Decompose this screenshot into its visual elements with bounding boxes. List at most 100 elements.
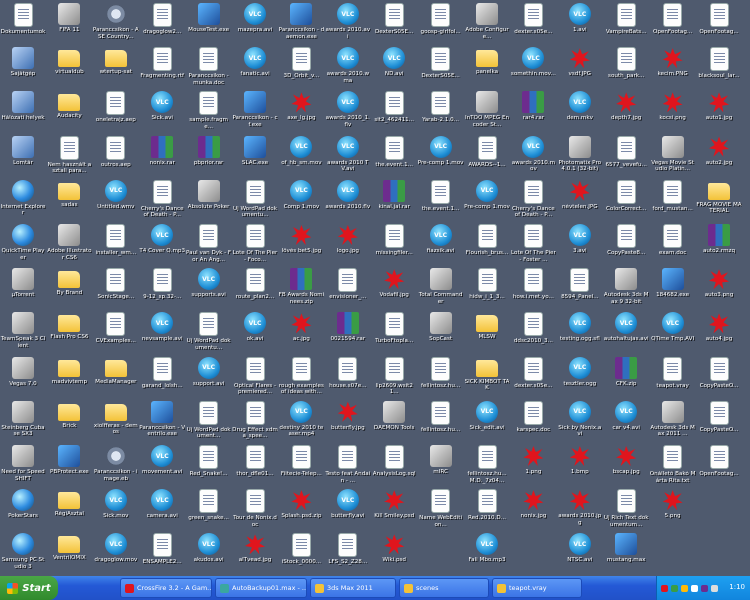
desktop-icon[interactable]: Total Commander	[418, 267, 464, 315]
desktop-icon[interactable]: Absolute Poker	[186, 179, 232, 227]
desktop-icon[interactable]: Need for Speed SHIFT	[0, 444, 46, 492]
desktop-icon[interactable]: Új WordPad dokumentu...	[232, 179, 278, 227]
desktop-icon[interactable]: lip2609.wsit21...	[371, 356, 417, 404]
desktop-icon[interactable]: fellintosz.hu...	[418, 400, 464, 448]
desktop-icon[interactable]: 6577_vevefu...	[603, 135, 649, 183]
desktop-icon[interactable]: auto2.jpg	[696, 135, 742, 183]
desktop-icon[interactable]: Önállető Bakó Márta Rita.txt	[650, 444, 696, 492]
desktop-icon[interactable]: VLC awards 2010.wma	[325, 46, 371, 94]
desktop-icon[interactable]: dexter.s05e...	[510, 356, 556, 404]
desktop-icon[interactable]: Hálózati helyek	[0, 90, 46, 138]
desktop-icon[interactable]: Adobe Configure...	[464, 2, 510, 50]
desktop-icon[interactable]: auto2.rmzq	[696, 223, 742, 271]
desktop-icon[interactable]: Lomtár	[0, 135, 46, 183]
desktop-icon[interactable]: goosp-girlfol...	[418, 2, 464, 50]
desktop-icon[interactable]: missingfiler...	[371, 223, 417, 271]
desktop-icon[interactable]: VLC Untitled.wmv	[93, 179, 139, 227]
desktop-icon[interactable]: madvivtemp	[46, 356, 92, 404]
desktop-icon[interactable]: Sajátgép	[0, 46, 46, 94]
desktop-icon[interactable]: MediaManager	[93, 356, 139, 404]
desktop-icon[interactable]: house.s07e...	[325, 356, 371, 404]
taskbar-button-3dsmax[interactable]: 3ds Max 2011	[310, 578, 396, 598]
desktop-icon[interactable]: VLC Sick_edit.avi	[464, 400, 510, 448]
desktop-icon[interactable]: DexterS05E...	[418, 46, 464, 94]
desktop-icon[interactable]: garand_lolsh...	[139, 356, 185, 404]
desktop-icon[interactable]: Autodesk 3ds Max 9 32-bit	[603, 267, 649, 315]
desktop-icon[interactable]: VLC ND.avi	[371, 46, 417, 94]
desktop-icon[interactable]: Testo feat Andain - ...	[325, 444, 371, 492]
desktop-icon[interactable]: CVExamples...	[93, 311, 139, 359]
desktop-icon[interactable]: blacksoul_lar...	[696, 46, 742, 94]
desktop-icon[interactable]: Drug Effect xdma_spee...	[232, 400, 278, 448]
desktop-icon[interactable]: Audacity	[46, 90, 92, 138]
desktop-icon[interactable]: the.event.1...	[418, 179, 464, 227]
desktop-icon[interactable]: VLC awards 2010.avi	[325, 2, 371, 50]
desktop-icon[interactable]: névtelen.JPG	[557, 179, 603, 227]
desktop-icon[interactable]: Photomatix Pro 4.0.1 (32-bit)	[557, 135, 603, 183]
desktop-icon[interactable]: auto3.png	[696, 267, 742, 315]
desktop-icon[interactable]: VLC awards 2010_1.flv	[325, 90, 371, 138]
desktop-icon[interactable]: exam.doc	[650, 223, 696, 271]
clock[interactable]: 1:10	[729, 583, 745, 591]
desktop-icon[interactable]: QuickTime Player	[0, 223, 46, 271]
desktop-icon[interactable]: Fragmenting.rtf	[139, 46, 185, 94]
desktop-icon[interactable]: Vodafil.jpg	[371, 267, 417, 315]
tray-app-icon[interactable]	[691, 584, 698, 592]
desktop-icon[interactable]: Internet Explorer	[0, 179, 46, 227]
tray-app-icon[interactable]	[701, 584, 708, 592]
desktop-icon[interactable]: Kill Smiley.psd	[371, 488, 417, 536]
desktop-icon[interactable]: 1.bmp	[557, 444, 603, 492]
desktop-icon[interactable]: mIRC	[418, 444, 464, 492]
desktop-icon[interactable]: route_plan2...	[232, 267, 278, 315]
desktop-icon[interactable]: SICK KIMBOT TAK	[464, 356, 510, 404]
desktop-icon[interactable]: ColorCorrect...	[603, 179, 649, 227]
desktop-icon[interactable]: Flash Pro CS6	[46, 311, 92, 359]
desktop-icon[interactable]: 1.png	[510, 444, 556, 492]
desktop-icon[interactable]: auto4.jpg	[696, 311, 742, 359]
desktop-icon[interactable]: VLC awards 2010 TV.avi	[325, 135, 371, 183]
desktop-icon[interactable]: Paranccsikon - image.eb	[93, 444, 139, 492]
desktop-icon[interactable]: Paranccsikon - ASE Country...	[93, 2, 139, 50]
desktop-icon[interactable]: InTOO MPEG Encoder St...	[464, 90, 510, 138]
desktop-icon[interactable]: VLC nevsample.avi	[139, 311, 185, 359]
desktop-icon[interactable]: fellintosz.hu... M.D._7z04...	[464, 444, 510, 492]
desktop-icon[interactable]: karspec.doc	[510, 400, 556, 448]
desktop-icon[interactable]: 8594_Panel...	[557, 267, 603, 315]
desktop-icon[interactable]: Paranccsikon - Ventrilo.exe	[139, 400, 185, 448]
desktop-icon[interactable]: green_snake...	[186, 488, 232, 536]
desktop-icon[interactable]: envisioner_...	[325, 267, 371, 315]
desktop-icon[interactable]: ac.jpg	[278, 311, 324, 359]
desktop-icon[interactable]: rar4.rar	[510, 90, 556, 138]
desktop-icon[interactable]: Lote Of The Pier - Foster ...	[510, 223, 556, 271]
desktop-icon[interactable]: VLC Comp 1.mov	[278, 179, 324, 227]
desktop-icon[interactable]: dragoglow2...	[139, 2, 185, 50]
desktop-icon[interactable]: lövés bet5.jpg	[278, 223, 324, 271]
desktop-icon[interactable]: panelka	[464, 46, 510, 94]
desktop-icon[interactable]: auto1.jpg	[696, 90, 742, 138]
desktop-icon[interactable]: RégiAsztal	[46, 488, 92, 536]
desktop-icon[interactable]: nonix.jpg	[510, 488, 556, 536]
desktop-icon[interactable]: Cherry's Dance of Death - P...	[139, 179, 185, 227]
start-button[interactable]: Start	[0, 576, 58, 600]
desktop-icon[interactable]: VLC support.avi	[186, 356, 232, 404]
desktop-icon[interactable]: Új WordPad dokument...	[186, 400, 232, 448]
tray-app-icon[interactable]	[661, 584, 668, 592]
desktop-icon[interactable]: Fiitecie-Telep...	[278, 444, 324, 492]
desktop-icon[interactable]: CopyPasteO...	[696, 356, 742, 404]
desktop-icon[interactable]: VLC Sick by Nonix.avi	[557, 400, 603, 448]
desktop-icon[interactable]: VLC fanatic.avi	[232, 46, 278, 94]
desktop-icon[interactable]: butterfly.jpg	[325, 400, 371, 448]
desktop-icon[interactable]: VLC Sick.avi	[139, 90, 185, 138]
desktop-icon[interactable]: Optical Flares - premiered...	[232, 356, 278, 404]
desktop-icon[interactable]: bscap.jpg	[603, 444, 649, 492]
desktop-icon[interactable]: DexterS05E...	[371, 2, 417, 50]
desktop-icon[interactable]: pbprior.rar	[186, 135, 232, 183]
desktop-icon[interactable]: SopCast	[418, 311, 464, 359]
desktop-icon[interactable]: VLC T4 Cover Q.mp3	[139, 223, 185, 271]
desktop-icon[interactable]: how.i.met.yo...	[510, 267, 556, 315]
desktop-icon[interactable]: LFS_S2_Z28...	[325, 532, 371, 576]
desktop-icon[interactable]: VLC 3.avi	[557, 223, 603, 271]
desktop-icon[interactable]: VLC dragoglow.mov	[93, 532, 139, 576]
desktop-icon[interactable]: Paul van Dyk - For An Ang...	[186, 223, 232, 271]
desktop-icon[interactable]: Splash.psd.zip	[278, 488, 324, 536]
